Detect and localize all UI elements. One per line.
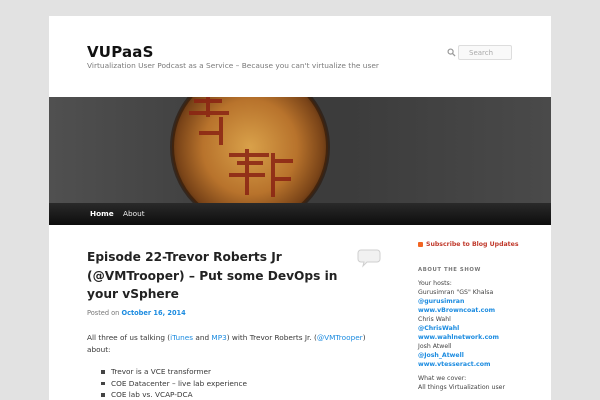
list-item: COE lab vs. VCAP-DCA <box>101 389 247 400</box>
list-item: Trevor is a VCE transformer <box>101 366 247 378</box>
main-navigation: Home About <box>49 203 551 225</box>
about-show-text: Your hosts: Gurusimran "GS" Khalsa @guru… <box>418 279 543 392</box>
page-container: VUPaaS Virtualization User Podcast as a … <box>49 16 551 400</box>
host2-site-link[interactable]: www.wahlnetwork.com <box>418 333 543 342</box>
host1-name: Gurusimran "GS" Khalsa <box>418 289 494 296</box>
post-meta: Posted on October 16, 2014 <box>87 309 186 317</box>
about-show-heading: ABOUT THE SHOW <box>418 267 481 273</box>
host2-twitter-link[interactable]: @ChrisWahl <box>418 324 543 333</box>
search-icon <box>447 48 456 57</box>
banner-seal-image <box>49 97 551 203</box>
subscribe-label[interactable]: Subscribe to Blog Updates <box>426 241 519 248</box>
host2-name: Chris Wahl <box>418 316 451 323</box>
mp3-link[interactable]: MP3 <box>211 333 226 342</box>
vmtrooper-link[interactable]: @VMTrooper <box>317 333 363 342</box>
sidebar: Subscribe to Blog Updates ABOUT THE SHOW… <box>418 241 543 392</box>
nav-item-about[interactable]: About <box>115 203 153 225</box>
site-description: Virtualization User Podcast as a Service… <box>87 61 379 70</box>
post-intro: All three of us talking (iTunes and MP3)… <box>87 333 366 355</box>
posted-on-label: Posted on <box>87 309 120 317</box>
comment-bubble-icon[interactable] <box>357 248 381 272</box>
rss-icon <box>418 242 423 247</box>
host1-site-link[interactable]: www.vBrowncoat.com <box>418 306 543 315</box>
cover-item: All things Virtualization user <box>418 384 506 391</box>
host1-twitter-link[interactable]: @gurusimran <box>418 297 543 306</box>
post-title[interactable]: Episode 22-Trevor Roberts Jr (@VMTrooper… <box>87 248 347 304</box>
itunes-link[interactable]: iTunes <box>170 333 193 342</box>
host3-name: Josh Atwell <box>418 343 452 350</box>
search-input[interactable] <box>459 46 511 59</box>
subscribe-link[interactable]: Subscribe to Blog Updates <box>418 241 543 248</box>
hosts-label: Your hosts: <box>418 280 452 287</box>
host3-twitter-link[interactable]: @Josh_Atwell <box>418 351 543 360</box>
list-item: COE Datacenter – live lab experience <box>101 378 247 390</box>
topic-list: Trevor is a VCE transformer COE Datacent… <box>101 366 247 400</box>
header-banner-image <box>49 97 551 203</box>
site-title[interactable]: VUPaaS <box>87 43 154 61</box>
search-box[interactable] <box>447 45 512 60</box>
host3-site-link[interactable]: www.vtesseract.com <box>418 360 543 369</box>
cover-label: What we cover: <box>418 375 467 382</box>
post-date-link[interactable]: October 16, 2014 <box>121 309 185 317</box>
